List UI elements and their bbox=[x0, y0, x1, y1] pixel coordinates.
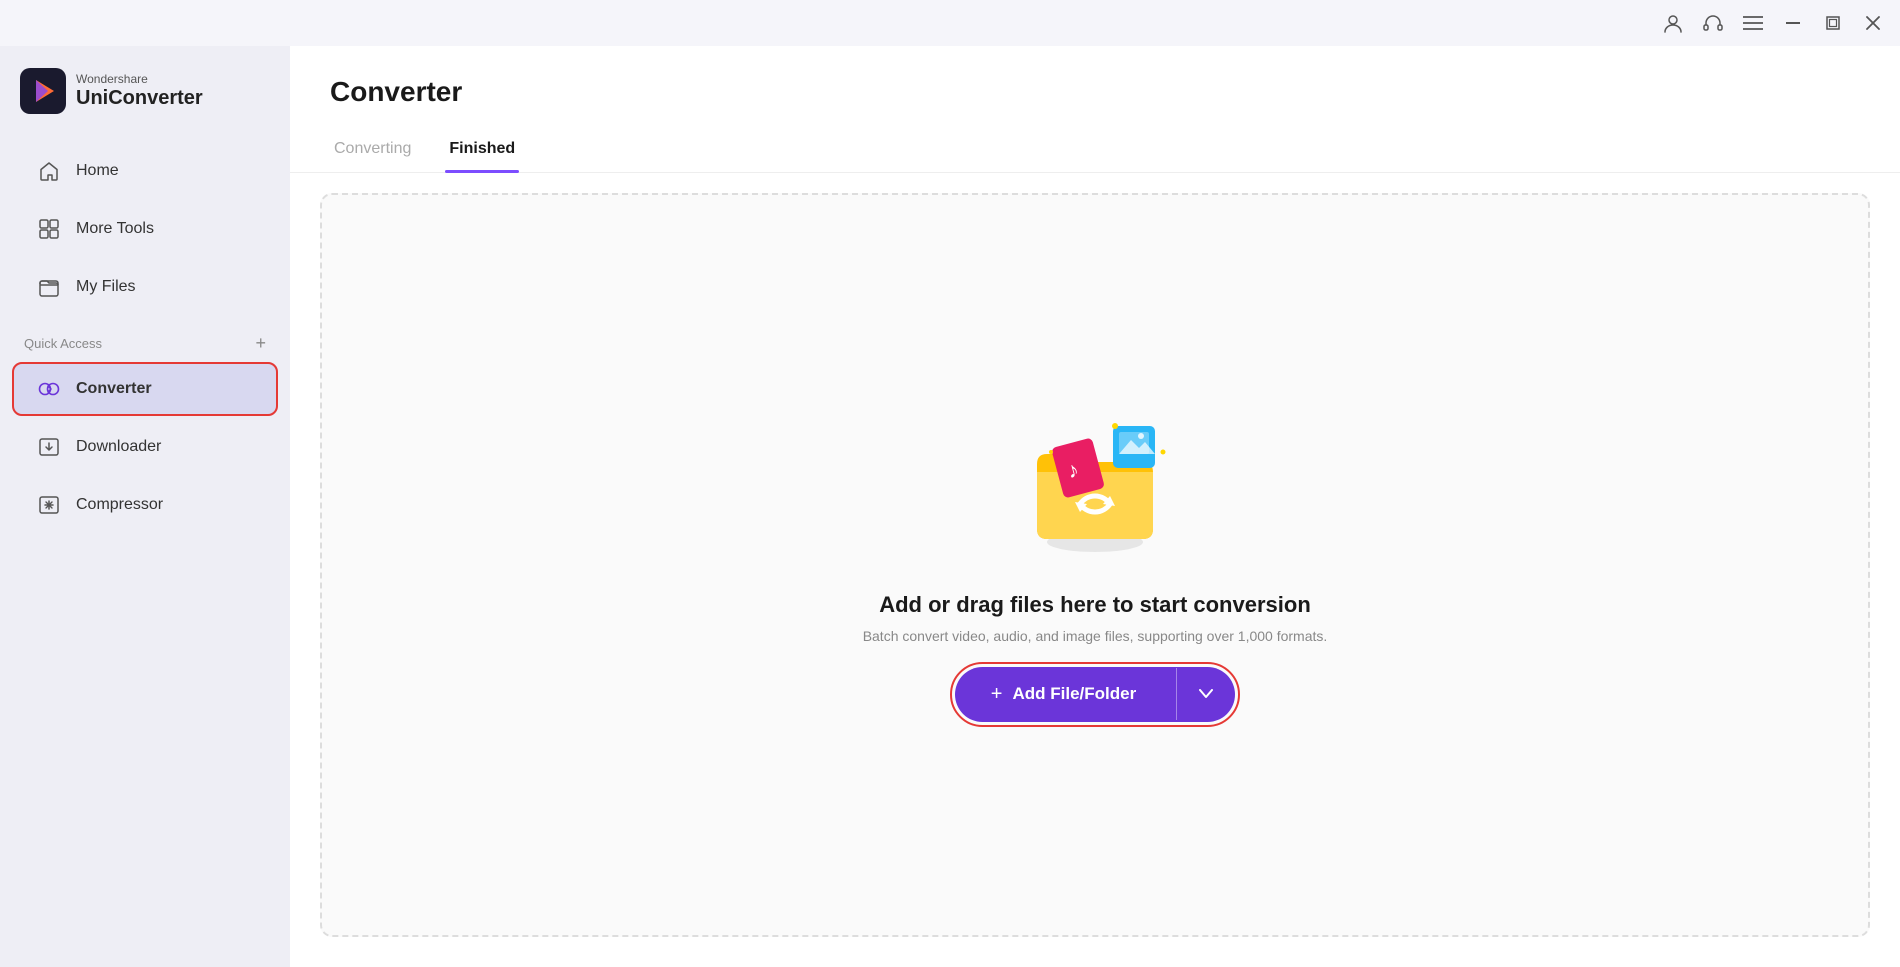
app-body: Wondershare UniConverter Home bbox=[0, 46, 1900, 967]
page-title: Converter bbox=[330, 76, 1860, 108]
brand-bottom: UniConverter bbox=[76, 87, 203, 109]
converter-icon bbox=[36, 376, 62, 402]
more-tools-icon bbox=[36, 216, 62, 242]
tab-finished[interactable]: Finished bbox=[445, 128, 519, 172]
nav-label-compressor: Compressor bbox=[76, 496, 163, 514]
main-content: Converter Converting Finished bbox=[290, 46, 1900, 967]
nav-item-home[interactable]: Home bbox=[12, 144, 278, 198]
user-icon[interactable] bbox=[1662, 12, 1684, 34]
quick-access-add-button[interactable]: + bbox=[255, 334, 266, 352]
headset-icon[interactable] bbox=[1702, 12, 1724, 34]
downloader-icon bbox=[36, 434, 62, 460]
nav-label-more-tools: More Tools bbox=[76, 220, 154, 238]
tab-converting[interactable]: Converting bbox=[330, 128, 415, 172]
nav-item-downloader[interactable]: Downloader bbox=[12, 420, 278, 474]
chevron-down-icon bbox=[1199, 689, 1213, 699]
app-logo-icon bbox=[20, 68, 66, 114]
home-icon bbox=[36, 158, 62, 184]
nav-item-compressor[interactable]: Compressor bbox=[12, 478, 278, 532]
brand-top: Wondershare bbox=[76, 73, 203, 86]
quick-access-label: Quick Access + bbox=[0, 316, 290, 360]
nav-item-converter[interactable]: Converter bbox=[12, 362, 278, 416]
drop-area[interactable]: ♪ Add or drag files here to start conver… bbox=[320, 193, 1870, 937]
add-file-button[interactable]: + Add File/Folder bbox=[955, 667, 1235, 722]
my-files-icon bbox=[36, 274, 62, 300]
minimize-icon[interactable] bbox=[1782, 12, 1804, 34]
drop-subtitle: Batch convert video, audio, and image fi… bbox=[863, 628, 1328, 644]
plus-icon: + bbox=[991, 683, 1003, 706]
nav-label-converter: Converter bbox=[76, 380, 152, 398]
close-icon[interactable] bbox=[1862, 12, 1884, 34]
converter-illustration: ♪ bbox=[1015, 404, 1175, 564]
nav-item-more-tools[interactable]: More Tools bbox=[12, 202, 278, 256]
maximize-icon[interactable] bbox=[1822, 12, 1844, 34]
menu-icon[interactable] bbox=[1742, 12, 1764, 34]
nav-label-downloader: Downloader bbox=[76, 438, 161, 456]
add-file-label: Add File/Folder bbox=[1012, 684, 1136, 704]
titlebar bbox=[0, 0, 1900, 46]
logo-area: Wondershare UniConverter bbox=[0, 46, 290, 142]
add-file-main: + Add File/Folder bbox=[955, 667, 1176, 722]
drop-title: Add or drag files here to start conversi… bbox=[879, 592, 1311, 618]
logo-text: Wondershare UniConverter bbox=[76, 73, 203, 108]
compressor-icon bbox=[36, 492, 62, 518]
tabs-bar: Converting Finished bbox=[290, 128, 1900, 173]
sidebar: Wondershare UniConverter Home bbox=[0, 46, 290, 967]
nav-label-my-files: My Files bbox=[76, 278, 136, 296]
nav-label-home: Home bbox=[76, 162, 119, 180]
dropdown-arrow[interactable] bbox=[1177, 668, 1235, 720]
nav-item-my-files[interactable]: My Files bbox=[12, 260, 278, 314]
add-file-area: + Add File/Folder bbox=[950, 662, 1240, 727]
page-header: Converter bbox=[290, 46, 1900, 128]
quick-access-text: Quick Access bbox=[24, 336, 102, 351]
